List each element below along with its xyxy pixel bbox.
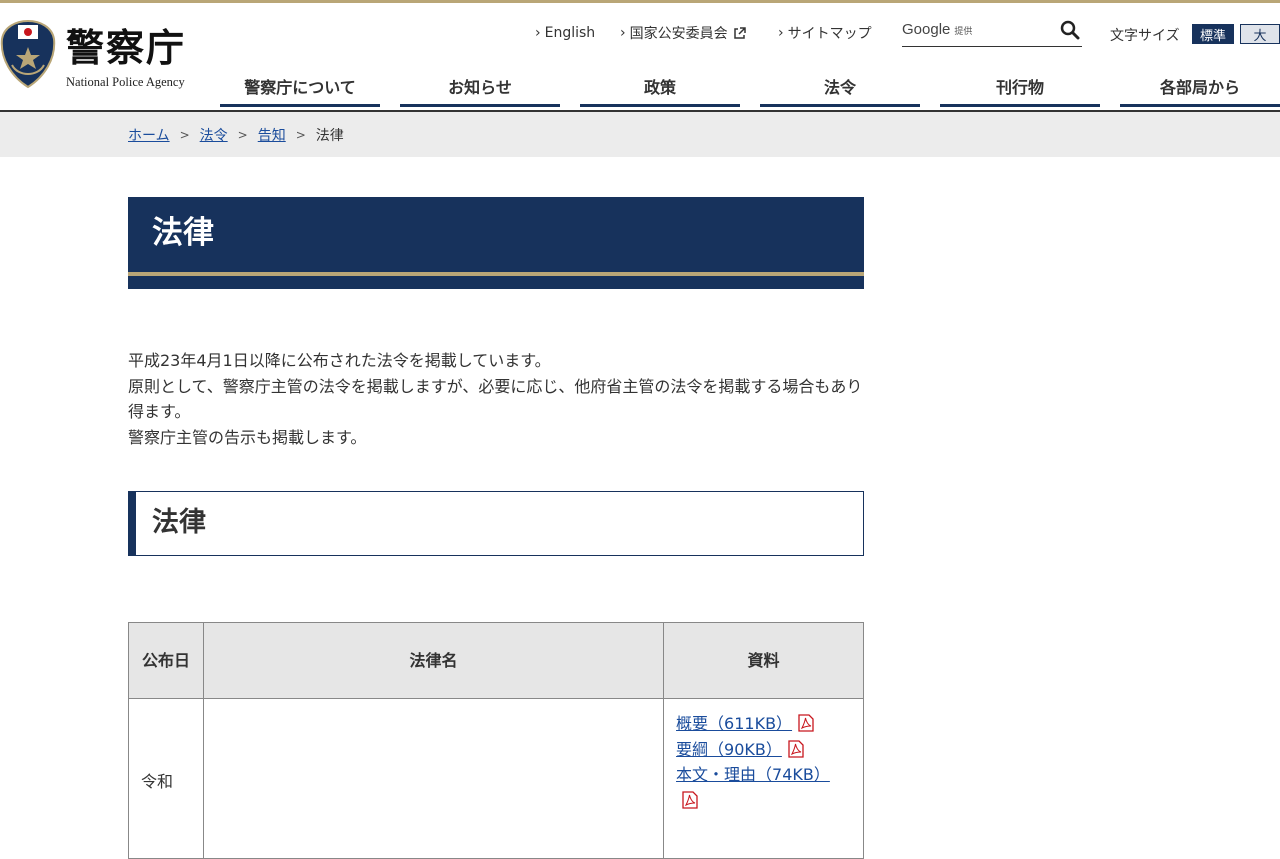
- intro-text: 平成23年4月1日以降に公布された法令を掲載しています。 原則として、警察庁主管…: [128, 348, 864, 450]
- section-heading-box: 法律: [128, 491, 864, 556]
- breadcrumb-current: 法律: [315, 128, 344, 144]
- page-title-banner: 法律: [128, 197, 864, 289]
- site-header: 警察庁 National Police Agency › English › 国…: [0, 3, 1280, 111]
- commission-link-label: 国家公安委員会: [629, 26, 728, 42]
- pdf-icon: [788, 739, 804, 758]
- section-title: 法律: [152, 507, 206, 538]
- table-header-row: 公布日 法律名 資料: [128, 622, 864, 699]
- nav-item-departments[interactable]: 各部局から: [1120, 67, 1280, 107]
- font-size-label: 文字サイズ: [1110, 28, 1180, 44]
- nav-item-about[interactable]: 警察庁について: [220, 67, 380, 107]
- english-link-label: English: [544, 25, 596, 41]
- breadcrumb-home[interactable]: ホーム: [128, 125, 170, 145]
- site-logo[interactable]: 警察庁 National Police Agency: [0, 19, 200, 99]
- commission-link[interactable]: › 国家公安委員会: [620, 21, 746, 45]
- title-gold-rule: [128, 272, 864, 276]
- chevron-right-icon: ›: [535, 25, 541, 41]
- header-name: 法律名: [202, 622, 665, 699]
- nav-item-policy[interactable]: 政策: [580, 67, 740, 107]
- global-nav: 警察庁について お知らせ 政策 法令 刊行物 各部局から: [220, 67, 1280, 107]
- font-size-large-button[interactable]: 大: [1240, 24, 1280, 44]
- doc-link-outline[interactable]: 要綱（90KB）: [676, 737, 853, 763]
- breadcrumb-notices[interactable]: 告知: [258, 125, 286, 145]
- logo-subtitle: National Police Agency: [66, 75, 185, 89]
- search-input[interactable]: [902, 19, 1052, 45]
- pdf-icon: [798, 714, 814, 732]
- cell-name: [202, 698, 665, 859]
- cell-docs: 概要（611KB） 要綱（90KB） 本文・理由（74KB）: [663, 698, 864, 859]
- external-link-icon: [733, 26, 746, 39]
- nav-item-news[interactable]: お知らせ: [400, 67, 560, 107]
- breadcrumb-laws[interactable]: 法令: [200, 125, 228, 145]
- breadcrumb: ホーム > 法令 > 告知 > 法律: [0, 112, 1280, 157]
- logo-title: 警察庁: [66, 25, 187, 70]
- intro-line: 原則として、警察庁主管の法令を掲載しますが、必要に応じ、他府省主管の法令を掲載す…: [128, 376, 863, 422]
- site-search: Google 提供: [902, 17, 1082, 47]
- chevron-right-icon: >: [179, 128, 190, 142]
- english-link[interactable]: › English: [535, 21, 595, 45]
- header-docs: 資料: [663, 622, 864, 699]
- sitemap-link-label: サイトマップ: [787, 26, 872, 42]
- header-date: 公布日: [128, 622, 204, 699]
- doc-link-summary[interactable]: 概要（611KB）: [676, 711, 853, 737]
- nav-item-laws[interactable]: 法令: [760, 67, 920, 107]
- doc-link-label: 概要（611KB）: [676, 714, 793, 733]
- police-emblem-icon: [0, 19, 56, 89]
- chevron-right-icon: ›: [778, 25, 784, 41]
- nav-item-publications[interactable]: 刊行物: [940, 67, 1100, 107]
- table-row: 令和 概要（611KB） 要綱（90KB） 本文・理由（74KB）: [128, 698, 864, 859]
- chevron-right-icon: ›: [620, 25, 626, 41]
- doc-link-label: 本文・理由（74KB）: [676, 765, 830, 784]
- breadcrumb-list: ホーム > 法令 > 告知 > 法律: [128, 125, 344, 145]
- sitemap-link[interactable]: › サイトマップ: [778, 21, 872, 45]
- font-size-standard-button[interactable]: 標準: [1192, 24, 1234, 44]
- intro-line: 警察庁主管の告示も掲載します。: [128, 427, 367, 447]
- intro-line: 平成23年4月1日以降に公布された法令を掲載しています。: [128, 351, 551, 370]
- laws-table: 公布日 法律名 資料 令和 概要（611KB） 要綱（90KB） 本文・理由（7…: [128, 622, 864, 859]
- doc-link-label: 要綱（90KB）: [676, 739, 782, 759]
- chevron-right-icon: >: [295, 128, 306, 142]
- search-icon[interactable]: [1060, 20, 1080, 40]
- doc-link-text-reason[interactable]: 本文・理由（74KB）: [676, 762, 853, 788]
- page-title: 法律: [152, 215, 214, 251]
- cell-date: 令和: [128, 698, 204, 859]
- chevron-right-icon: >: [237, 128, 248, 142]
